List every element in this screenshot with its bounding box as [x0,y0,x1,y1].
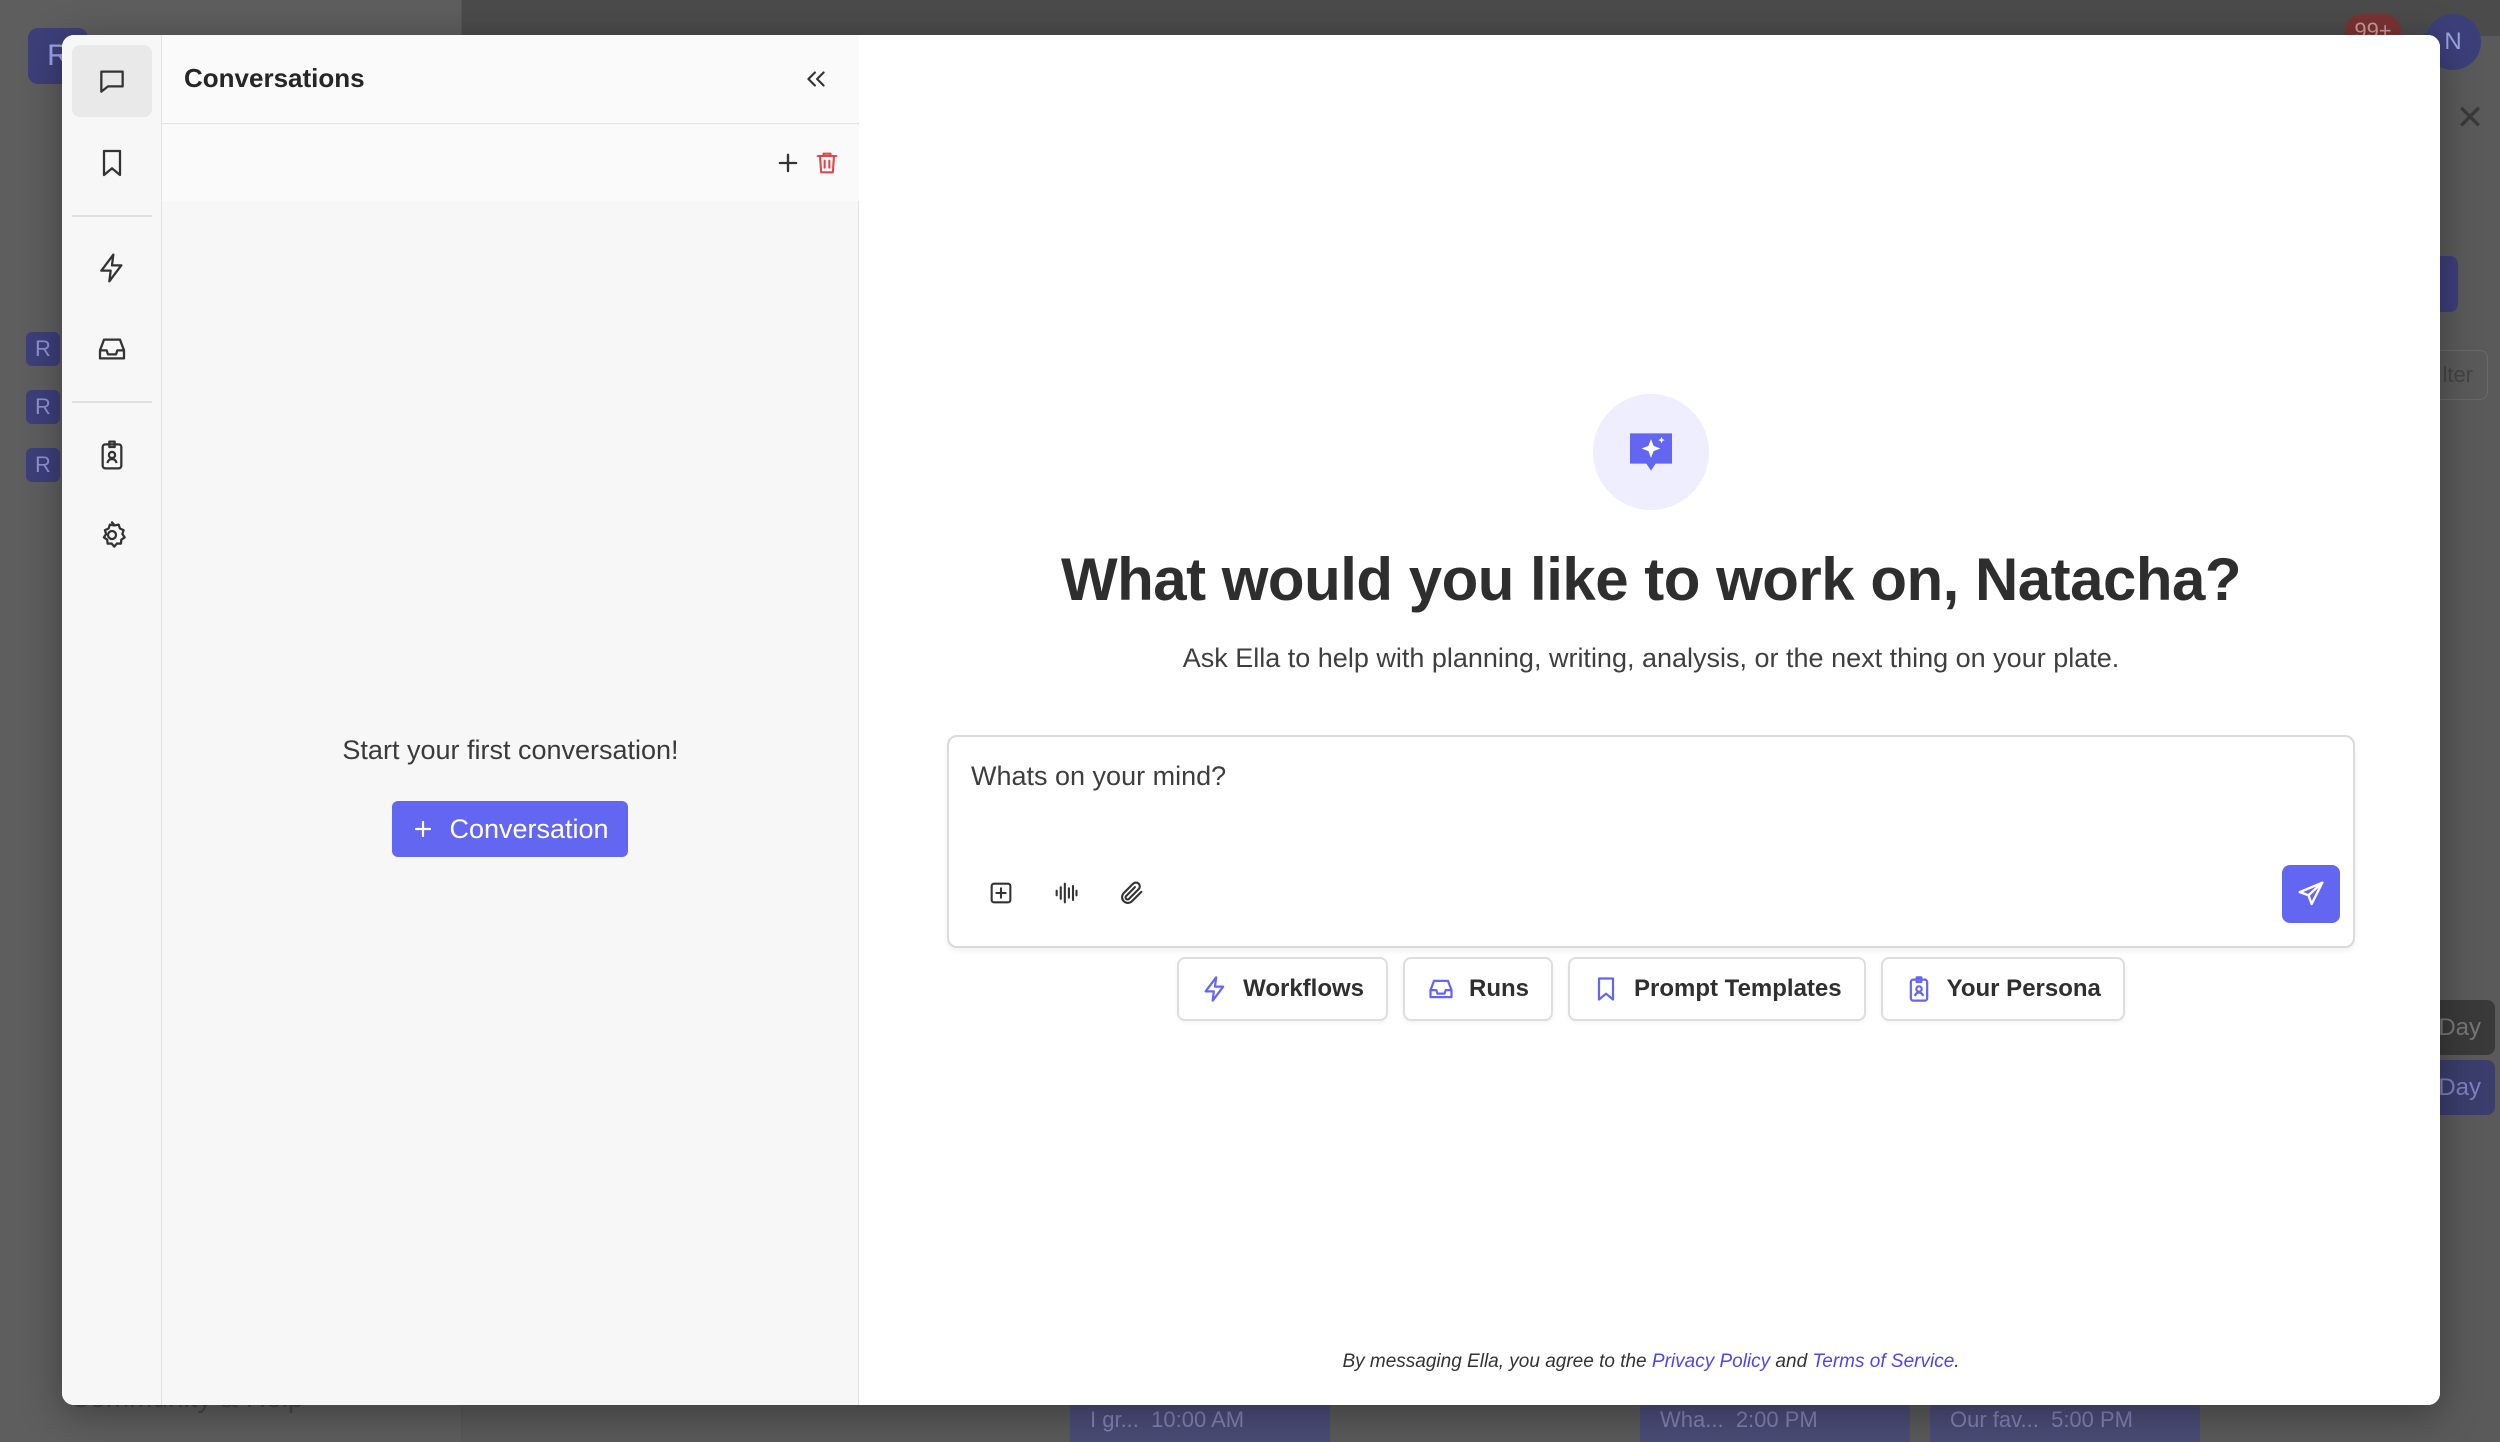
message-input[interactable] [971,761,2271,792]
chip-your-persona[interactable]: Your Persona [1880,957,2125,1021]
gear-icon [102,521,126,548]
legal-prefix: By messaging Ella, you agree to the [1342,1351,1652,1372]
rail-chat-button[interactable] [72,45,152,117]
lightning-icon [1204,976,1225,1002]
send-icon [2298,881,2324,906]
bookmark-icon [1597,977,1615,1001]
rail-bookmark-button[interactable] [72,127,152,199]
collapse-panel-button[interactable] [798,61,834,97]
chip-label: Your Persona [1946,975,2101,1002]
legal-suffix: . [1954,1351,1960,1372]
lightning-icon [100,253,123,283]
message-composer [947,735,2355,948]
rail-workflows-button[interactable] [72,232,152,304]
rail-persona-button[interactable] [72,419,152,491]
chip-runs[interactable]: Runs [1403,957,1554,1021]
chip-label: Workflows [1243,975,1365,1002]
conversations-title: Conversations [184,63,365,93]
attach-file-button[interactable] [1112,873,1152,913]
send-button[interactable] [2282,865,2340,923]
inbox-icon [98,338,126,360]
legal-and: and [1770,1351,1813,1372]
add-square-icon [990,882,1012,904]
chip-prompt-templates[interactable]: Prompt Templates [1568,957,1866,1021]
chat-icon [100,70,124,93]
chip-label: Runs [1469,975,1530,1002]
conversations-panel: Conversations Start your first conversat… [162,35,859,1405]
badge-icon [1909,976,1928,1002]
assistant-modal: Conversations Start your first conversat… [62,35,2440,1405]
chat-main: What would you like to work on, Natacha?… [860,35,2440,1405]
bookmark-icon [102,149,122,177]
plus-icon [415,820,432,838]
new-conversation-label: Conversation [449,813,609,844]
background-sidebar-item: R [26,332,60,366]
waveform-icon [1055,882,1078,904]
privacy-policy-link[interactable]: Privacy Policy [1652,1351,1770,1372]
delete-conversations-button[interactable] [807,143,847,183]
empty-state-text: Start your first conversation! [342,735,679,765]
rail-inbox-button[interactable] [72,313,152,385]
conversations-toolbar [162,125,859,201]
add-context-button[interactable] [981,873,1021,913]
rail-divider [72,215,152,217]
page-subtitle: Ask Ella to help with planning, writing,… [1182,643,2120,673]
chevrons-left-icon [807,71,825,87]
voice-input-button[interactable] [1046,873,1086,913]
icon-rail [62,35,162,1405]
chip-label: Prompt Templates [1634,975,1842,1002]
trash-icon [816,152,838,174]
new-conversation-button[interactable]: Conversation [392,801,628,857]
background-sidebar-item: R [26,390,60,424]
terms-of-service-link[interactable]: Terms of Service [1812,1351,1954,1372]
chip-workflows[interactable]: Workflows [1177,957,1389,1021]
page-title: What would you like to work on, Natacha? [1060,546,2242,613]
background-sidebar-item: R [26,448,60,482]
legal-notice: By messaging Ella, you agree to the Priv… [860,1351,2440,1373]
hero-icon-circle [1593,394,1709,510]
suggestion-chips: Workflows Runs Prompt Templates Your Per… [860,957,2440,1021]
badge-icon [101,440,123,470]
conversations-header: Conversations [162,35,859,124]
plus-icon [778,153,798,173]
add-conversation-button[interactable] [768,143,808,183]
close-icon[interactable]: ✕ [2452,100,2488,136]
sparkle-chat-icon [1630,433,1672,471]
inbox-icon [1429,979,1453,999]
paperclip-icon [1121,881,1143,904]
rail-divider [72,401,152,403]
rail-settings-button[interactable] [72,499,152,571]
